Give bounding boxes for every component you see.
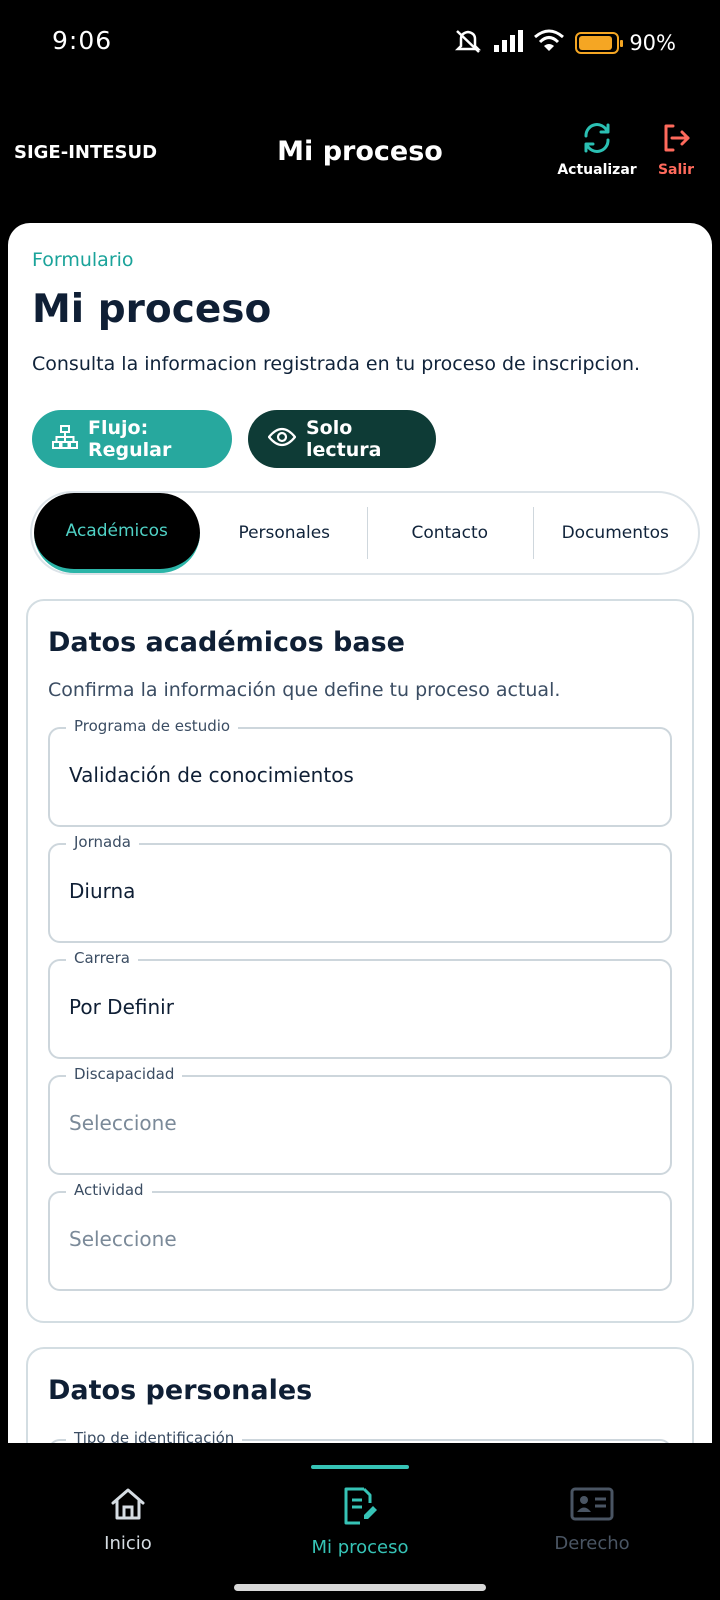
career-field[interactable]: Carrera Por Definir (48, 949, 672, 1059)
main-sheet: Formulario Mi proceso Consulta la inform… (8, 223, 712, 1443)
tab-label: Académicos (65, 521, 168, 541)
flow-badge-label: Flujo: Regular (88, 417, 172, 461)
nav-label: Mi proceso (311, 1537, 409, 1558)
signal-icon (493, 30, 524, 56)
page-title: Mi proceso (32, 287, 272, 332)
tab-label: Documentos (561, 523, 669, 543)
bottom-nav: Inicio Mi proceso Derecho (0, 1443, 720, 1600)
document-edit-icon (240, 1487, 480, 1525)
battery-icon (575, 32, 624, 54)
tab-contacto[interactable]: Contacto (367, 493, 533, 573)
status-bar: 9:06 90% (0, 0, 720, 84)
nav-item-inicio[interactable]: Inicio (8, 1443, 248, 1573)
id-card-icon (472, 1487, 712, 1521)
sitemap-icon (52, 424, 78, 454)
field-value: Diurna (69, 879, 136, 903)
section-tabs: Académicos Personales Contacto Documento… (30, 491, 700, 575)
academic-section-title: Datos académicos base (48, 627, 405, 658)
field-placeholder: Seleccione (69, 1227, 177, 1251)
status-icons: 90% (453, 28, 676, 58)
page-subtitle: Consulta la informacion registrada en tu… (32, 353, 641, 375)
status-time: 9:06 (52, 26, 113, 55)
personal-data-card: Datos personales Tipo de identificación (26, 1347, 694, 1443)
nav-item-mi-proceso[interactable]: Mi proceso (240, 1443, 480, 1573)
logout-icon (644, 122, 708, 154)
field-label: Jornada (66, 833, 139, 851)
eyebrow-label: Formulario (32, 249, 134, 271)
academic-data-card: Datos académicos base Confirma la inform… (26, 599, 694, 1323)
field-placeholder: Seleccione (69, 1111, 177, 1135)
system-home-bar[interactable] (234, 1584, 486, 1591)
tab-documentos[interactable]: Documentos (532, 493, 699, 573)
nav-item-derecho[interactable]: Derecho (472, 1443, 712, 1573)
tab-label: Personales (238, 523, 331, 543)
app-header: SIGE-INTESUD Mi proceso Actualizar Salir (0, 110, 720, 200)
study-program-field[interactable]: Programa de estudio Validación de conoci… (48, 717, 672, 827)
field-label: Tipo de identificación (66, 1429, 243, 1443)
nav-label: Inicio (104, 1533, 152, 1554)
refresh-icon (555, 122, 639, 154)
schedule-field[interactable]: Jornada Diurna (48, 833, 672, 943)
field-label: Carrera (66, 949, 138, 967)
field-value: Por Definir (69, 995, 174, 1019)
readonly-badge-label: Solo lectura (306, 417, 382, 461)
eye-icon (267, 427, 297, 452)
flow-badge: Flujo: Regular (32, 410, 232, 468)
field-label: Programa de estudio (66, 717, 239, 735)
activity-select[interactable]: Actividad Seleccione (48, 1181, 672, 1291)
readonly-badge: Solo lectura (248, 410, 436, 468)
disability-select[interactable]: Discapacidad Seleccione (48, 1065, 672, 1175)
tab-label: Contacto (411, 523, 489, 543)
exit-button[interactable]: Salir (644, 122, 708, 178)
mute-icon (453, 28, 483, 58)
personal-section-title: Datos personales (48, 1375, 313, 1406)
battery-percent: 90% (629, 31, 676, 55)
wifi-icon (533, 29, 565, 57)
field-value: Validación de conocimientos (69, 763, 354, 787)
field-label: Actividad (66, 1181, 152, 1199)
tab-personales[interactable]: Personales (202, 493, 368, 573)
field-label: Discapacidad (66, 1065, 183, 1083)
tab-academicos[interactable]: Académicos (34, 493, 200, 573)
nav-label: Derecho (554, 1533, 630, 1554)
academic-section-description: Confirma la información que define tu pr… (48, 679, 561, 701)
refresh-button[interactable]: Actualizar (555, 122, 639, 178)
refresh-label: Actualizar (557, 162, 637, 178)
home-icon (8, 1487, 248, 1521)
exit-label: Salir (657, 162, 695, 178)
